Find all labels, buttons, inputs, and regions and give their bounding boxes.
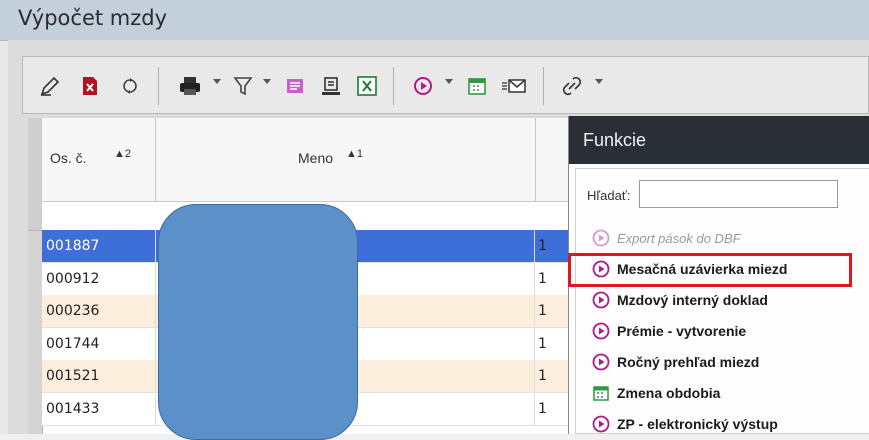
cell-divider [534,327,535,360]
cell-divider [155,262,156,295]
refresh-icon[interactable] [115,71,145,101]
play-icon [591,414,611,434]
column-header-extra[interactable] [536,118,568,202]
cell-divider [155,295,156,327]
sort-indicator: ▲1 [346,148,364,160]
run-icon[interactable] [408,71,438,101]
cell-os-c: 001744 [46,335,100,352]
row-header [28,118,42,203]
cell-divider [155,392,156,425]
function-item[interactable]: Mzdový interný doklad [591,286,768,314]
row-header [28,202,42,231]
function-label: Mzdový interný doklad [617,292,768,308]
excel-icon[interactable] [353,71,381,101]
function-label: ZP - elektronický výstup [617,416,778,432]
function-item[interactable]: Export pások do DBF [591,224,741,252]
panel-header: Funkcie [569,116,869,164]
function-label: Ročný prehľad miezd [617,354,760,370]
play-icon [591,228,611,248]
search-label: Hľadať: [587,188,631,203]
filter-icon[interactable] [228,71,258,101]
toolbar [22,56,869,114]
cell-value: 1 [538,238,547,254]
mail-icon[interactable] [499,71,529,101]
toolbar-separator [543,67,544,105]
calendar-icon [591,383,611,403]
column-label: Meno [298,150,334,166]
function-label: Prémie - vytvorenie [617,323,747,339]
function-item[interactable]: Zmena obdobia [591,379,720,407]
cell-value: 1 [538,400,547,417]
report-icon[interactable] [281,71,309,101]
cell-os-c: 000912 [46,270,100,287]
cell-value: 1 [538,368,547,384]
cell-os-c: 001521 [46,368,100,384]
print-dropdown-arrow[interactable] [213,79,221,84]
cell-divider [534,295,535,327]
filter-dropdown-arrow[interactable] [263,79,271,84]
play-icon [591,290,611,310]
window-title: Výpočet mzdy [18,6,168,30]
cell-divider [534,392,535,425]
cell-os-c: 000236 [46,303,100,319]
edit-icon[interactable] [35,71,65,101]
play-icon [591,352,611,372]
cell-os-c: 001433 [46,400,100,417]
toolbar-separator [393,67,394,105]
cell-divider [155,230,156,262]
function-item[interactable]: Ročný prehľad miezd [591,348,759,376]
export-icon[interactable] [317,71,345,101]
cell-divider [155,327,156,360]
column-header-os-c[interactable]: Os. č. ▲2 [42,118,156,202]
cell-value: 1 [538,335,547,352]
function-label: Zmena obdobia [617,385,721,401]
cell-divider [534,360,535,392]
toolbar-separator [158,67,159,105]
function-item[interactable]: Prémie - vytvorenie [591,317,746,345]
search-input[interactable] [639,180,838,208]
cell-value: 1 [538,303,547,319]
redaction-blob [158,204,358,440]
column-header-meno[interactable]: Meno ▲1 [156,118,536,202]
row-header-column [28,118,43,434]
title-bar: Výpočet mzdy [0,0,869,41]
column-label: Os. č. [50,150,87,166]
sort-indicator: ▲2 [114,148,132,160]
cell-os-c: 001887 [46,238,100,254]
play-icon [591,321,611,341]
panel-title: Funkcie [583,130,647,150]
cell-divider [534,230,535,262]
link-icon[interactable] [557,71,587,101]
calendar-icon[interactable] [463,71,491,101]
print-icon[interactable] [173,71,207,101]
cell-divider [534,262,535,295]
highlight-box [568,253,852,287]
run-dropdown-arrow[interactable] [445,79,453,84]
link-dropdown-arrow[interactable] [595,79,603,84]
cell-divider [155,360,156,392]
cell-value: 1 [538,270,547,287]
payroll-window: Výpočet mzdy Os. č. ▲2 Meno ▲1 001887 1 … [0,0,869,440]
function-label: Export pások do DBF [617,230,741,246]
delete-icon[interactable] [75,71,105,101]
